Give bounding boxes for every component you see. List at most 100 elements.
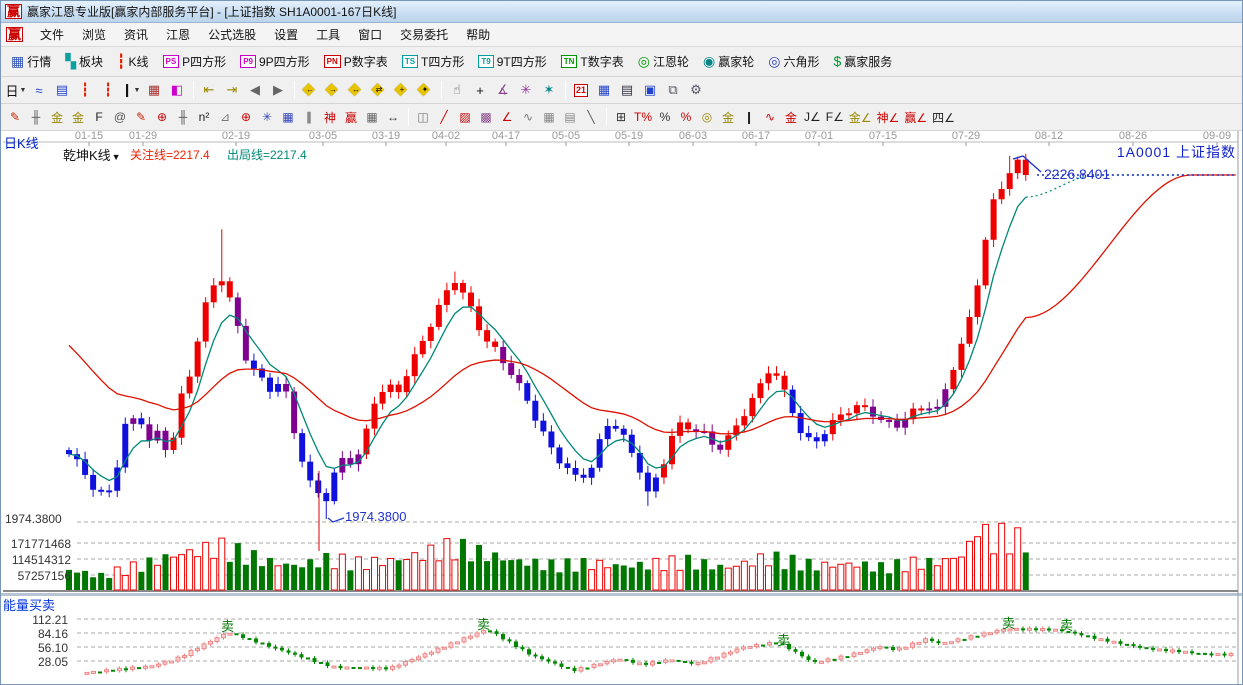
draw-ying[interactable]: 赢	[341, 107, 361, 128]
draw-pencil-flag[interactable]: ✎	[131, 107, 151, 128]
draw-grid-web[interactable]: ▦	[278, 107, 298, 128]
diamond-right-button[interactable]: ◆ →	[322, 80, 344, 101]
draw-fan[interactable]: ╱	[434, 107, 454, 128]
diamond-expand-button[interactable]: ◆ ↔	[345, 80, 367, 101]
toolbar-p-table[interactable]: PN P数字表	[318, 50, 394, 74]
draw-target[interactable]: ⊕	[236, 107, 256, 128]
toolbar-kline[interactable]: ┇ K线	[111, 50, 154, 74]
draw-shen-angle[interactable]: 神∠	[875, 107, 902, 128]
diamond-plus-button[interactable]: ◆ +	[391, 80, 413, 101]
nav-last-button[interactable]: ⇥	[221, 80, 243, 101]
draw-wave-gold[interactable]: ∿	[760, 107, 780, 128]
draw-pencil[interactable]: ✎	[5, 107, 25, 128]
angle-tool-icon[interactable]: ∡	[492, 80, 514, 101]
draw-si-angle[interactable]: 四∠	[930, 107, 957, 128]
menu-browse[interactable]: 浏览	[73, 23, 115, 46]
draw-web[interactable]: ✳	[257, 107, 277, 128]
draw-gold-angle[interactable]: 金∠	[847, 107, 874, 128]
draw-grid-6[interactable]: ▤	[560, 107, 580, 128]
menu-trade[interactable]: 交易委托	[391, 23, 457, 46]
menu-file[interactable]: 文件	[31, 23, 73, 46]
kline-small-3-icon[interactable]: ┇	[74, 80, 96, 101]
toolbar-gann-wheel[interactable]: ◎ 江恩轮	[632, 50, 695, 74]
copy-icon[interactable]: ⧉	[662, 80, 684, 101]
notebook-icon[interactable]: ▤	[616, 80, 638, 101]
draw-ying-angle[interactable]: 赢∠	[902, 107, 929, 128]
toolbar-winner-wheel[interactable]: ◉ 赢家轮	[697, 50, 760, 74]
draw-spiral[interactable]: @	[110, 107, 130, 128]
toolbar-quotes[interactable]: ▦ 行情	[5, 50, 57, 74]
draw-box-grid[interactable]: ◫	[413, 107, 433, 128]
draw-angle-line[interactable]: ∠	[497, 107, 517, 128]
draw-wave[interactable]: ∿	[518, 107, 538, 128]
draw-gold-circle[interactable]: ◎	[697, 107, 717, 128]
draw-i-beam[interactable]: ❙	[739, 107, 759, 128]
note-icon[interactable]: ▤	[51, 80, 73, 101]
draw-list-grid[interactable]: ⊞	[611, 107, 631, 128]
draw-fan-box-2[interactable]: ▩	[476, 107, 496, 128]
menu-tools[interactable]: 工具	[307, 23, 349, 46]
draw-time-grid[interactable]: ╫	[26, 107, 46, 128]
kline-style-selector[interactable]: 乾坤K线▼	[63, 145, 121, 164]
clover-tool-icon[interactable]: ✶	[538, 80, 560, 101]
menu-window[interactable]: 窗口	[349, 23, 391, 46]
toolbar-winner-service[interactable]: $ 赢家服务	[827, 50, 898, 74]
toolbar-p-square[interactable]: PS P四方形	[157, 50, 233, 74]
toolbar-9p-square[interactable]: P9 9P四方形	[234, 50, 315, 74]
panel-type-label: 日K线	[4, 136, 39, 151]
kline-small-9-icon[interactable]: ┇	[97, 80, 119, 101]
draw-angle-ruler[interactable]: ⊿	[215, 107, 235, 128]
nav-prev-button[interactable]: ◀	[244, 80, 266, 101]
nav-next-button[interactable]: ▶	[267, 80, 289, 101]
save-icon[interactable]: ▣	[639, 80, 661, 101]
indicator-name-label: 能量买卖	[3, 598, 56, 613]
draw-bars[interactable]: ∥	[299, 107, 319, 128]
candle-style-selector[interactable]: ❙ ▼	[120, 80, 142, 101]
period-selector[interactable]: 日 ▼	[5, 80, 27, 101]
toolbar-t-square[interactable]: TS T四方形	[396, 50, 471, 74]
chart-canvas[interactable]: 01-15 01-29 02-19 03-05 03-19 04-02 04-17 05-05…	[1, 131, 1243, 685]
draw-grid-5[interactable]: ▦	[539, 107, 559, 128]
pan-hand-icon[interactable]: ☝	[446, 80, 468, 101]
toolbar-sectors[interactable]: ▚ 板块	[59, 50, 109, 74]
menu-formula-select[interactable]: 公式选股	[199, 23, 265, 46]
diamond-swap-button[interactable]: ◆ ⇄	[368, 80, 390, 101]
nav-first-button[interactable]: ⇤	[198, 80, 220, 101]
draw-percent-lines[interactable]: %	[676, 107, 696, 128]
cart-icon[interactable]: ⚙	[685, 80, 707, 101]
draw-ruler-grid[interactable]: ▦	[362, 107, 382, 128]
wave-box-icon[interactable]: ≈	[28, 80, 50, 101]
calendar-icon[interactable]: 21	[570, 80, 592, 101]
draw-shen[interactable]: 神	[320, 107, 340, 128]
draw-t-percent[interactable]: T%	[632, 107, 654, 128]
draw-gann-compass[interactable]: ⊕	[152, 107, 172, 128]
menu-help[interactable]: 帮助	[457, 23, 499, 46]
menu-gann[interactable]: 江恩	[157, 23, 199, 46]
calculator-icon[interactable]: ▦	[593, 80, 615, 101]
diamond-star-button[interactable]: ◆ ✦	[414, 80, 436, 101]
draw-gold-grid-2[interactable]: 金	[68, 107, 88, 128]
draw-percent[interactable]: %	[655, 107, 675, 128]
draw-grid-2[interactable]: ╫	[173, 107, 193, 128]
draw-fan-box[interactable]: ▨	[455, 107, 475, 128]
color-chart-icon[interactable]: ◧	[166, 80, 188, 101]
draw-j-angle[interactable]: J∠	[802, 107, 823, 128]
draw-f-tool[interactable]: F	[89, 107, 109, 128]
draw-f-angle[interactable]: F∠	[824, 107, 846, 128]
draw-slash[interactable]: ╲	[581, 107, 601, 128]
menu-settings[interactable]: 设置	[265, 23, 307, 46]
draw-width[interactable]: ↔	[383, 107, 403, 128]
pattern-box-icon[interactable]: ▦	[143, 80, 165, 101]
toolbar-t-table[interactable]: TN T数字表	[555, 50, 630, 74]
star-tool-icon[interactable]: ✳	[515, 80, 537, 101]
toolbar-hexagon[interactable]: ◎ 六角形	[762, 50, 825, 74]
title-bar: 赢 赢家江恩专业版[赢家内部服务平台] - [上证指数 SH1A0001-167…	[1, 1, 1242, 23]
diamond-left-button[interactable]: ◆ ←	[299, 80, 321, 101]
draw-gold-underline[interactable]: 金	[781, 107, 801, 128]
draw-n-square[interactable]: n²	[194, 107, 214, 128]
menu-news[interactable]: 资讯	[115, 23, 157, 46]
draw-gold-grid-1[interactable]: 金	[47, 107, 67, 128]
draw-gold-lines[interactable]: 金	[718, 107, 738, 128]
toolbar-9t-square[interactable]: T9 9T四方形	[472, 50, 552, 74]
crosshair-icon[interactable]: +	[469, 80, 491, 101]
